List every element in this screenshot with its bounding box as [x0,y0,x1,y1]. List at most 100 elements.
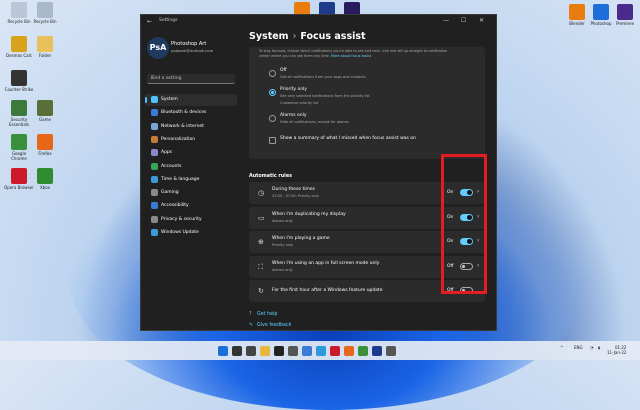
sidebar-item-privacy-security[interactable]: Privacy & security [145,214,237,226]
desktop-icon[interactable]: Premiere [610,4,640,26]
recycle-bin-icon [37,2,53,18]
sidebar-item-accounts[interactable]: Accounts [145,161,237,173]
rule-title: For the first hour after a Windows featu… [272,288,383,293]
start-icon[interactable] [218,346,228,356]
minimize-button[interactable]: — [443,17,449,24]
desktop-icon-label: Firefox [38,151,52,156]
rule-subtitle: 23:00 - 07:00; Priority only [272,194,319,198]
wifi-icon[interactable]: ◔ [590,345,594,350]
blender-icon [569,4,585,20]
xbox-icon [37,168,53,184]
photoshop-icon [593,4,609,20]
rule-title: During these times [272,187,315,192]
explorer-icon[interactable] [260,346,270,356]
desktop-icon-label: Folder [38,53,52,58]
shield-icon [11,100,27,116]
sidebar-item-label: Time & language [161,176,200,182]
highlight-annotation [441,154,487,294]
customize-priority-link[interactable]: Customize priority list [280,101,318,105]
chrome-icon[interactable] [358,346,368,356]
maximize-button[interactable]: ☐ [461,17,466,24]
store-icon[interactable] [302,346,312,356]
desktop-icon[interactable]: Recycle Bin [30,2,60,24]
volume-icon[interactable]: ◖ [598,345,600,350]
sidebar-item-windows-update[interactable]: Windows Update [145,227,237,239]
breadcrumb: System › Focus assist [249,31,366,42]
sidebar-item-label: System [161,97,178,102]
clock-icon [151,175,158,183]
sidebar-item-apps[interactable]: Apps [145,147,237,159]
sidebar-item-accessibility[interactable]: Accessibility [145,200,237,212]
taskbar: ^ ENG ◔ ◖ 01:22 11-Jan-22 [0,341,640,360]
edge-icon[interactable] [316,346,326,356]
desktop-icon-label: Recycle Bin [33,19,57,24]
tray-chevron-icon[interactable]: ^ [560,345,563,350]
update-icon: ↻ [258,287,264,295]
terminal-icon[interactable] [274,346,284,356]
summary-checkbox[interactable] [269,137,276,144]
radio-alarms-only[interactable] [269,115,276,122]
premiere-icon [617,4,633,20]
clock[interactable]: 01:22 11-Jan-22 [607,345,626,355]
breadcrumb-parent[interactable]: System [249,31,289,42]
search-input[interactable]: Find a setting ⌕ [147,74,235,84]
option-off-label: Off [280,68,287,73]
breadcrumb-separator: › [292,31,297,42]
rule-subtitle: Alarms only [272,218,293,223]
help-icon: ? [249,312,252,317]
intro-text-1: To stay focused, choose which notificati… [259,49,448,53]
rule-title: When I'm using an app in full screen mod… [272,260,380,266]
radio-priority-only[interactable] [269,89,276,96]
search-icon[interactable] [232,346,242,356]
avatar[interactable]: PsA [147,37,169,59]
desktop-icon[interactable]: Counter-Strike [4,70,34,92]
clock-icon: ◷ [258,189,265,197]
selection-indicator [145,97,147,103]
opera-icon[interactable] [330,346,340,356]
back-arrow-icon[interactable]: ← [147,18,152,25]
desktop-icon[interactable]: Folder [30,36,60,58]
photoshop-icon[interactable] [372,346,382,356]
sidebar-item-time-language[interactable]: Time & language [145,174,237,186]
radio-off[interactable] [269,70,276,77]
recycle-bin-icon [11,2,27,18]
accessibility-icon [151,202,158,210]
sidebar-item-gaming[interactable]: Gaming [145,187,237,199]
firefox-icon [37,134,53,150]
sidebar-item-bluetooth-devices[interactable]: Bluetooth & devices [145,107,237,119]
option-off-desc: Get all notifications from your apps and… [280,75,366,79]
desktop-icon-label: Security Essentials [8,117,30,127]
counter-strike-icon[interactable] [288,346,298,356]
page-title: Focus assist [300,31,366,42]
option-alarms-desc: Hide all notifications, except for alarm… [280,120,349,124]
sidebar-item-personalization[interactable]: Personalization [145,134,237,146]
focus-assist-card: To stay focused, choose which notificati… [249,47,485,159]
sidebar-item-label: Windows Update [161,230,199,235]
rule-title: When I'm duplicating my display [272,211,346,217]
title-bar: ← Settings — ☐ ✕ [141,15,496,27]
automatic-rules-heading: Automatic rules [249,174,292,179]
desktop-icon-label: Game [39,117,51,122]
desktop-icon[interactable]: Xbox [30,168,60,190]
desktop-icon[interactable]: Security Essentials [4,100,34,127]
give-feedback-link[interactable]: ✎ Give feedback [249,323,291,328]
close-button[interactable]: ✕ [479,17,484,24]
firefox-icon[interactable] [344,346,354,356]
settings-icon[interactable] [386,346,396,356]
sidebar-item-label: Gaming [161,190,179,196]
task-view-icon[interactable] [246,346,256,356]
sidebar-item-label: Accessibility [161,203,189,209]
sidebar-item-label: Accounts [161,163,182,169]
sidebar-item-network-internet[interactable]: Network & internet [145,121,237,133]
language-indicator[interactable]: ENG [574,345,583,350]
search-icon: ⌕ [151,75,154,81]
sidebar-item-system[interactable]: System [145,94,237,106]
option-alarms-label: Alarms only [280,113,307,118]
desktop-icon[interactable]: Firefox [30,134,60,156]
fullscreen-icon: ⛶ [258,262,263,271]
brush-icon [151,135,158,143]
intro-text-2: center where you can see them any time. … [259,54,372,58]
get-help-link[interactable]: ? Get help [249,312,277,317]
intro-link[interactable]: More about focus assist [331,54,371,58]
desktop-icon[interactable]: Game [30,100,60,122]
